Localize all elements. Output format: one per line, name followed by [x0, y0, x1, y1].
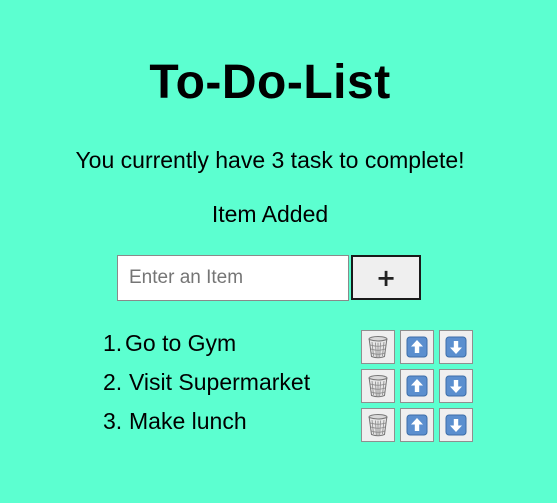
move-down-button[interactable]	[439, 369, 473, 403]
wastebasket-icon	[368, 375, 388, 398]
list-item: 2. Visit Supermarket	[0, 365, 557, 404]
move-up-button[interactable]	[400, 369, 434, 403]
move-up-button[interactable]	[400, 408, 434, 442]
todo-app: To-Do-List You currently have 3 task to …	[0, 0, 557, 503]
delete-item-button[interactable]	[361, 330, 395, 364]
arrow-down-icon	[445, 336, 467, 358]
list-item: 1. Go to Gym	[0, 326, 557, 365]
add-item-button[interactable]: +	[351, 255, 421, 300]
wastebasket-icon	[368, 336, 388, 359]
todo-list: 1. Go to Gym 2. Visit Supermarket 3. Mak…	[0, 326, 557, 443]
move-down-button[interactable]	[439, 408, 473, 442]
arrow-down-icon	[445, 375, 467, 397]
move-up-button[interactable]	[400, 330, 434, 364]
move-down-button[interactable]	[439, 330, 473, 364]
arrow-up-icon	[406, 375, 428, 397]
delete-item-button[interactable]	[361, 408, 395, 442]
arrow-down-icon	[445, 414, 467, 436]
task-count-text: You currently have 3 task to complete!	[75, 147, 465, 173]
item-number: 2.	[103, 369, 123, 395]
arrow-up-icon	[406, 414, 428, 436]
item-input[interactable]	[117, 255, 349, 301]
item-text: Make lunch	[129, 408, 247, 434]
item-number: 3.	[103, 408, 123, 434]
wastebasket-icon	[368, 414, 388, 437]
item-text: Visit Supermarket	[129, 369, 311, 395]
list-item: 3. Make lunch	[0, 404, 557, 443]
status-message: Item Added	[211, 201, 329, 227]
arrow-up-icon	[406, 336, 428, 358]
item-text: Go to Gym	[125, 330, 237, 356]
item-number: 1.	[103, 330, 123, 356]
delete-item-button[interactable]	[361, 369, 395, 403]
page-title: To-Do-List	[149, 56, 391, 109]
